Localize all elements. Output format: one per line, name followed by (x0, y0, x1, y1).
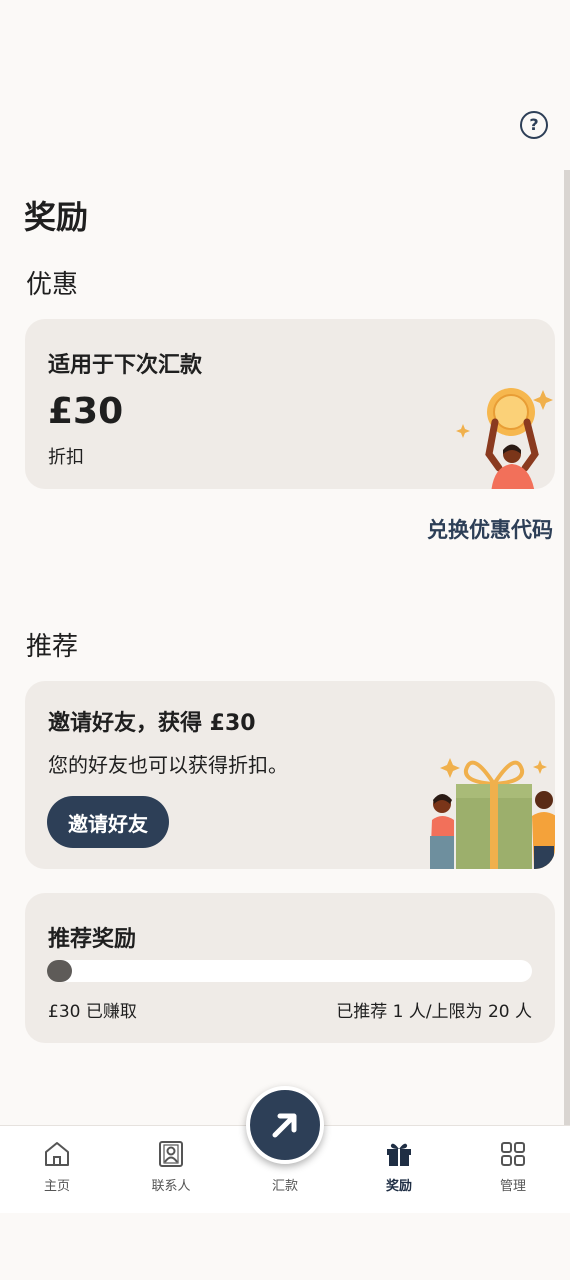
nav-item-contacts[interactable]: 联系人 (114, 1126, 228, 1214)
nav-label-rewards: 奖励 (385, 1179, 412, 1194)
coin-illustration-icon (456, 388, 553, 489)
referral-progress-fill (47, 960, 72, 982)
nav-item-rewards[interactable]: 奖励 (342, 1126, 456, 1214)
home-icon (45, 1142, 69, 1166)
help-icon[interactable]: ? (520, 111, 548, 139)
nav-label-manage: 管理 (499, 1179, 526, 1194)
nav-item-manage[interactable]: 管理 (456, 1126, 570, 1214)
referral-rewards-card: 推荐奖励 £30 已赚取 已推荐 1 人/上限为 20 人 (25, 893, 555, 1043)
invite-card: 邀请好友，获得 £30 您的好友也可以获得折扣。 邀请好友 (25, 681, 555, 869)
nav-label-contacts: 联系人 (151, 1179, 191, 1194)
referral-count-text: 已推荐 1 人/上限为 20 人 (336, 1002, 532, 1022)
page-title: 奖励 (24, 198, 89, 236)
gift-illustration-icon (430, 758, 555, 869)
send-money-button[interactable] (246, 1086, 324, 1164)
offer-amount: £30 (48, 391, 124, 432)
redeem-code-link[interactable]: 兑换优惠代码 (427, 514, 553, 544)
nav-label-home: 主页 (43, 1179, 70, 1194)
invite-title: 邀请好友，获得 £30 (48, 711, 256, 736)
invite-description: 您的好友也可以获得折扣。 (48, 753, 288, 777)
referral-heading: 推荐 (26, 632, 79, 662)
referral-earned-text: £30 已赚取 (48, 1002, 137, 1022)
offer-unit: 折扣 (48, 447, 84, 468)
bottom-spacer (0, 1213, 570, 1280)
referral-progress-bar (47, 960, 532, 982)
nav-label-send: 汇款 (271, 1179, 298, 1194)
nav-item-home[interactable]: 主页 (0, 1126, 114, 1214)
invite-friends-button[interactable]: 邀请好友 (47, 796, 169, 848)
gift-icon (387, 1143, 411, 1166)
offers-heading: 优惠 (26, 270, 79, 300)
send-arrow-icon (272, 1113, 297, 1138)
scrollbar[interactable] (564, 170, 570, 1125)
referral-rewards-title: 推荐奖励 (48, 927, 137, 952)
grid-icon (501, 1142, 525, 1166)
contacts-icon (159, 1141, 183, 1167)
offer-subtitle: 适用于下次汇款 (48, 353, 203, 378)
offer-card: 适用于下次汇款 £30 折扣 (25, 319, 555, 489)
